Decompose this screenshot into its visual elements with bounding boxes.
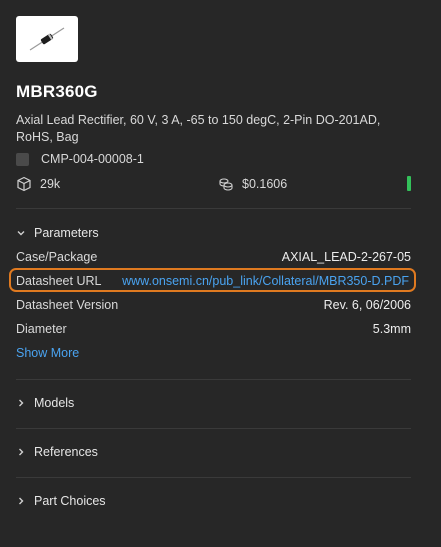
chevron-right-icon [19,497,24,505]
stock-status-indicator [407,176,411,191]
part-description: Axial Lead Rectifier, 60 V, 3 A, -65 to … [16,113,381,144]
param-value-datasheet-version: Rev. 6, 06/2006 [323,298,411,312]
chevron-right-icon [19,399,24,407]
param-value-case-package: AXIAL_LEAD-2-267-05 [281,250,411,264]
unit-price: $0.1606 [242,177,288,191]
param-value-diameter: 5.3mm [372,322,411,336]
param-label-datasheet-url: Datasheet URL [16,274,102,288]
models-section-toggle[interactable]: Models [16,396,74,410]
stock-count: 29k [40,177,61,191]
cmp-id: CMP-004-00008-1 [41,152,144,166]
cube-icon [17,176,31,192]
coins-icon [219,178,233,191]
divider [16,379,411,380]
part-thumbnail[interactable] [16,16,78,62]
divider [16,428,411,429]
part-choices-section-toggle[interactable]: Part Choices [16,494,106,508]
divider [16,208,411,209]
price-row: $0.1606 [218,176,287,192]
chevron-right-icon [19,448,24,456]
param-label-case-package: Case/Package [16,250,98,264]
references-title: References [34,445,98,459]
diode-image [29,27,65,51]
stock-row: 29k [16,176,60,192]
cmp-icon [16,152,29,166]
datasheet-url-link[interactable]: www.onsemi.cn/pub_link/Collateral/MBR350… [122,274,409,288]
param-label-diameter: Diameter [16,322,67,336]
references-section-toggle[interactable]: References [16,445,98,459]
part-number: MBR360G [16,82,98,101]
models-title: Models [34,396,75,410]
part-choices-title: Part Choices [34,494,106,508]
param-label-datasheet-version: Datasheet Version [16,298,119,312]
part-details-panel: MBR360G Axial Lead Rectifier, 60 V, 3 A,… [0,0,441,547]
divider [16,477,411,478]
show-more-link[interactable]: Show More [16,346,79,360]
parameters-section-toggle[interactable]: Parameters [16,226,99,240]
cmp-id-row: CMP-004-00008-1 [16,152,144,166]
chevron-down-icon [17,231,25,236]
parameters-title: Parameters [34,226,99,240]
